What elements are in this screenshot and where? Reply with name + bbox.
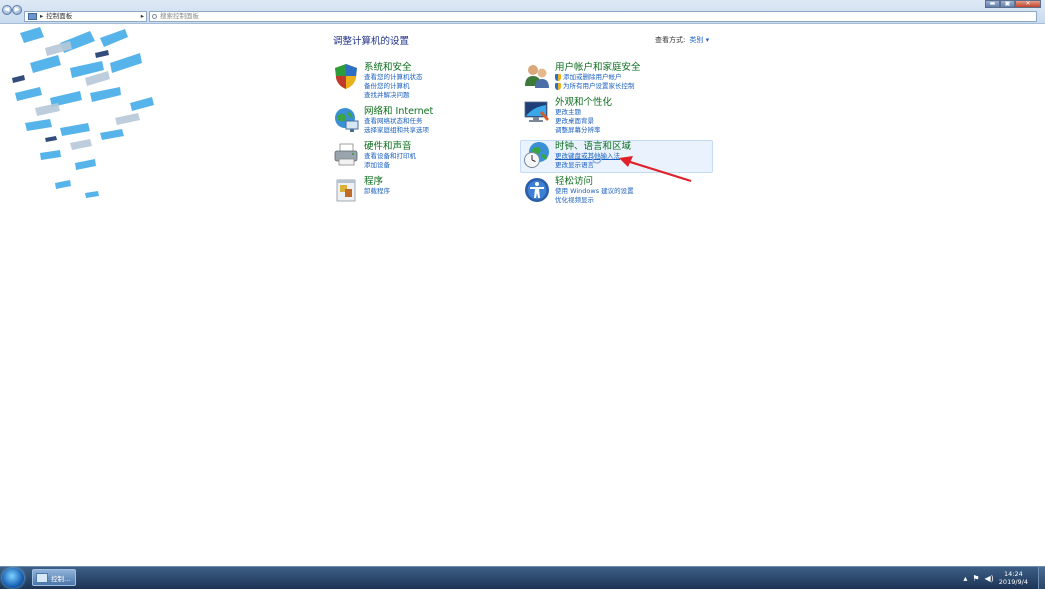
clock-time: 14:24 [1004,570,1023,578]
action-center-flag-icon[interactable]: ⚑ [972,574,979,583]
category-link[interactable]: 调整屏幕分辨率 [555,126,612,135]
tray-expand-icon[interactable]: ▴ [963,574,967,583]
users-icon [525,65,549,88]
category-link[interactable]: 查看您的计算机状态 [364,73,423,82]
mouse-pointer-icon [592,154,602,164]
clock[interactable]: 14:24 2019/9/4 [999,570,1028,586]
category-link[interactable]: 备份您的计算机 [364,82,423,91]
category-title[interactable]: 程序 [364,176,390,187]
taskbar-item-control-panel[interactable]: 控制... [32,569,76,586]
category-title[interactable]: 网络和 Internet [364,106,433,117]
category-link[interactable]: 添加或删除用户帐户 [555,73,641,82]
volume-icon[interactable]: ◀) [985,574,994,583]
window-controls: ▬ ▣ ✕ [985,0,1041,8]
category-title[interactable]: 外观和个性化 [555,97,612,108]
clock-date: 2019/9/4 [998,578,1028,586]
category-programs[interactable]: 程序 卸载程序 [332,176,390,204]
view-by: 查看方式: 类别 ▾ [655,35,709,45]
system-tray: ▴ ⚑ ◀) 14:24 2019/9/4 [963,567,1045,589]
close-button[interactable]: ✕ [1015,0,1041,8]
search-placeholder: 搜索控制面板 [160,12,199,20]
back-button[interactable]: ◀ [2,5,12,15]
category-link[interactable]: 为所有用户设置家长控制 [555,82,641,91]
category-appearance[interactable]: 外观和个性化 更改主题 更改桌面背景 调整屏幕分辨率 [523,97,612,135]
wallpaper-swirl [12,27,154,198]
shield-icon [335,64,357,89]
uac-shield-icon [555,74,561,81]
breadcrumb-dropdown-icon[interactable]: ▸ [141,12,144,21]
category-link[interactable]: 添加设备 [364,161,416,170]
view-by-dropdown[interactable]: 类别 ▾ [689,35,709,45]
control-panel-icon [28,13,37,20]
display-icon [524,101,549,122]
breadcrumb-sep-icon: ▸ [40,12,44,20]
programs-icon [336,179,356,202]
start-button[interactable] [2,568,24,588]
category-link[interactable]: 查看设备和打印机 [364,152,416,161]
clock-globe-icon [524,142,549,168]
category-link-text: 添加或删除用户帐户 [563,73,622,81]
category-link[interactable]: 选择家庭组和共享选项 [364,126,433,135]
address-bar: ◀ ▶ ▸ 控制面板 ▸ 搜索控制面板 ▬ ▣ ✕ [0,0,1045,24]
taskbar-item-label: 控制... [51,574,71,583]
category-user-accounts[interactable]: 用户帐户和家庭安全 添加或删除用户帐户 为所有用户设置家长控制 [523,62,641,91]
category-network[interactable]: 网络和 Internet 查看网络状态和任务 选择家庭组和共享选项 [332,106,433,135]
category-link-text: 为所有用户设置家长控制 [563,82,635,90]
category-title[interactable]: 时钟、语言和区域 [555,141,631,152]
category-link[interactable]: 卸载程序 [364,187,390,196]
network-globe-icon [335,108,359,132]
show-desktop-button[interactable] [1038,567,1045,589]
search-icon [152,14,157,19]
page-title: 调整计算机的设置 [333,36,410,47]
category-title[interactable]: 用户帐户和家庭安全 [555,62,641,73]
category-link[interactable]: 使用 Windows 建议的设置 [555,187,634,196]
category-system-security[interactable]: 系统和安全 查看您的计算机状态 备份您的计算机 查找并解决问题 [332,62,423,100]
taskbar: 控制... ▴ ⚑ ◀) 14:24 2019/9/4 [0,566,1045,589]
category-link[interactable]: 查看网络状态和任务 [364,117,433,126]
category-title[interactable]: 系统和安全 [364,62,423,73]
forward-button[interactable]: ▶ [12,5,22,15]
category-link[interactable]: 优化视频显示 [555,196,634,205]
category-hardware[interactable]: 硬件和声音 查看设备和打印机 添加设备 [332,141,416,170]
search-input[interactable]: 搜索控制面板 [149,11,1037,22]
printer-icon [334,143,358,166]
ease-of-access-icon [525,178,549,202]
control-panel-icon [36,572,48,583]
category-link[interactable]: 查找并解决问题 [364,91,423,100]
breadcrumb[interactable]: ▸ 控制面板 ▸ [24,11,147,22]
view-by-label: 查看方式: [655,36,686,44]
breadcrumb-label: 控制面板 [46,12,73,20]
annotation-arrow-icon [619,156,692,183]
minimize-button[interactable]: ▬ [985,0,1000,8]
category-link[interactable]: 更改主题 [555,108,612,117]
category-link[interactable]: 更改桌面背景 [555,117,612,126]
uac-shield-icon [555,83,561,90]
maximize-button[interactable]: ▣ [1000,0,1015,8]
category-title[interactable]: 硬件和声音 [364,141,416,152]
